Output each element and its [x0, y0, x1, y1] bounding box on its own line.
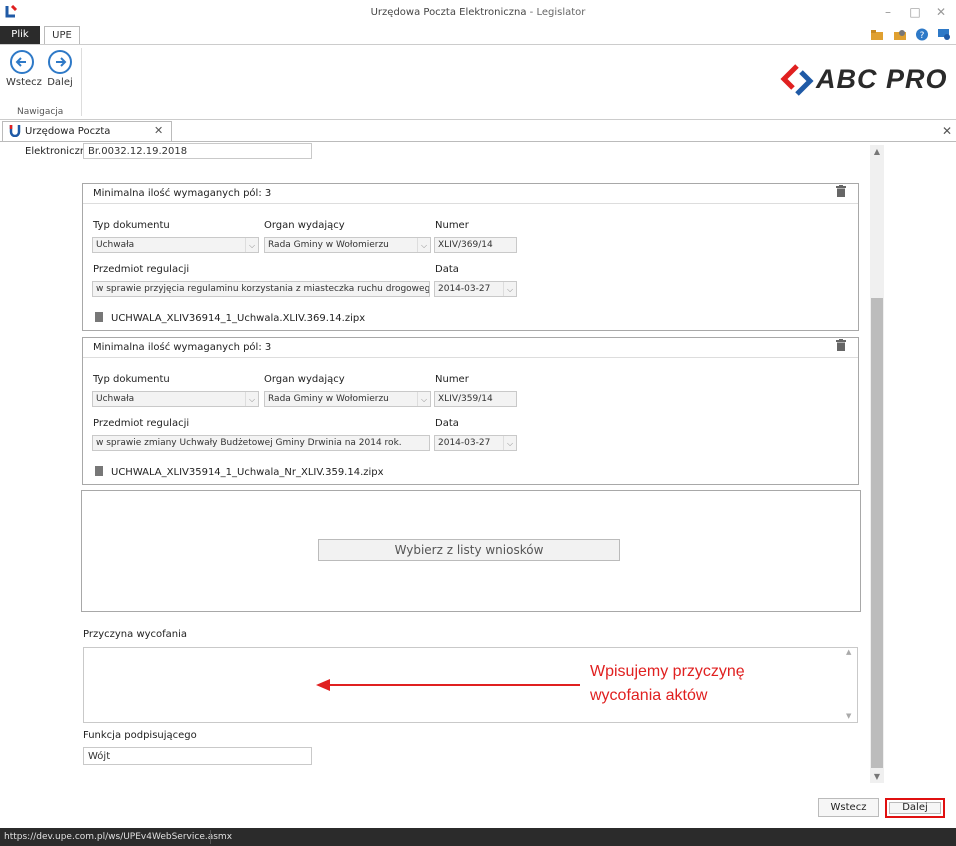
next-button[interactable]: Dalej [885, 798, 945, 818]
przedmiot-regulacji-field[interactable]: w sprawie zmiany Uchwały Budżetowej Gmin… [92, 435, 430, 451]
scrollbar-thumb[interactable] [871, 298, 883, 768]
textarea-scroll-up-icon[interactable]: ▲ [846, 648, 851, 656]
maximize-icon[interactable]: □ [908, 5, 922, 19]
przedmiot-regulacji-label: Przedmiot regulacji [93, 264, 190, 275]
arrow-right-icon [48, 50, 72, 74]
trash-icon[interactable] [836, 185, 846, 197]
organ-wydajacy-value: Rada Gminy w Wołomierzu [268, 240, 389, 250]
annotation-text: Wpisujemy przyczynę wycofania aktów [590, 660, 745, 708]
tab-upe[interactable]: UPE [44, 26, 80, 45]
choose-from-requests-button[interactable]: Wybierz z listy wniosków [318, 539, 620, 561]
data-date-picker[interactable]: 2014-03-27 ⌵ [434, 435, 517, 451]
trash-icon[interactable] [836, 339, 846, 351]
window-title: Urzędowa Poczta Elektroniczna - Legislat… [370, 7, 586, 18]
close-window-icon[interactable]: ✕ [934, 5, 948, 19]
data-value: 2014-03-27 [438, 438, 491, 448]
textarea-scroll-down-icon[interactable]: ▼ [846, 712, 851, 720]
reason-label: Przyczyna wycofania [83, 629, 188, 640]
ribbon-next-label: Dalej [47, 77, 73, 88]
typ-dokumentu-select[interactable]: Uchwała ⌵ [92, 237, 259, 253]
file-icon [95, 312, 103, 322]
chevron-down-icon: ⌵ [417, 392, 430, 406]
organ-wydajacy-value: Rada Gminy w Wołomierzu [268, 394, 389, 404]
data-date-picker[interactable]: 2014-03-27 ⌵ [434, 281, 517, 297]
act-panel-header: Minimalna ilość wymaganych pól: 3 [83, 184, 858, 204]
przedmiot-regulacji-field[interactable]: w sprawie przyjęcia regulaminu korzystan… [92, 281, 430, 297]
chevron-down-icon: ⌵ [503, 282, 516, 296]
abc-pro-logo-icon [780, 64, 814, 96]
typ-dokumentu-label: Typ dokumentu [93, 374, 170, 385]
arrow-left-icon [10, 50, 34, 74]
typ-dokumentu-value: Uchwała [96, 240, 135, 250]
attached-file-name: UCHWALA_XLIV36914_1_Uchwala.XLIV.369.14.… [111, 313, 366, 324]
ribbon-back-label: Wstecz [6, 77, 42, 88]
folder-open-icon[interactable] [870, 28, 884, 41]
chevron-down-icon: ⌵ [245, 238, 258, 252]
chevron-down-icon: ⌵ [417, 238, 430, 252]
scroll-up-icon[interactable]: ▲ [870, 147, 884, 156]
numer-field[interactable]: XLIV/369/14 [434, 237, 517, 253]
typ-dokumentu-value: Uchwała [96, 394, 135, 404]
next-button-label: Dalej [902, 802, 928, 813]
numer-field[interactable]: XLIV/359/14 [434, 391, 517, 407]
folder-settings-icon[interactable] [893, 28, 907, 41]
ribbon-tab-row [0, 26, 956, 45]
organ-wydajacy-label: Organ wydający [264, 220, 345, 231]
data-label: Data [435, 418, 459, 429]
back-button[interactable]: Wstecz [818, 798, 879, 817]
sygnatura-input[interactable]: Br.0032.12.19.2018 [83, 143, 312, 159]
przedmiot-regulacji-label: Przedmiot regulacji [93, 418, 190, 429]
chevron-down-icon: ⌵ [245, 392, 258, 406]
status-separator [210, 830, 211, 844]
document-tab[interactable]: Urzędowa Poczta Elektroniczna [2, 121, 172, 157]
organ-wydajacy-select[interactable]: Rada Gminy w Wołomierzu ⌵ [264, 237, 431, 253]
scroll-down-icon[interactable]: ▼ [870, 772, 884, 781]
document-area-border [0, 141, 956, 142]
signer-label: Funkcja podpisującego [83, 730, 197, 741]
numer-label: Numer [435, 220, 469, 231]
close-all-documents-icon[interactable]: ✕ [942, 124, 952, 138]
chevron-down-icon: ⌵ [503, 436, 516, 450]
monitor-info-icon[interactable] [937, 28, 951, 41]
ribbon-group-label: Nawigacja [17, 107, 64, 117]
act-panel-header: Minimalna ilość wymaganych pól: 3 [83, 338, 858, 358]
organ-wydajacy-label: Organ wydający [264, 374, 345, 385]
file-icon [95, 466, 103, 476]
numer-label: Numer [435, 374, 469, 385]
annotation-line-2: wycofania aktów [590, 687, 708, 704]
status-url: https://dev.upe.com.pl/ws/UPEv4WebServic… [4, 832, 233, 842]
signer-input[interactable]: Wójt [83, 747, 312, 765]
document-tab-close-icon[interactable]: ✕ [154, 124, 163, 137]
typ-dokumentu-label: Typ dokumentu [93, 220, 170, 231]
upe-tab-icon [9, 125, 21, 137]
svg-text:?: ? [920, 31, 925, 41]
ribbon-next-button[interactable]: Dalej [44, 50, 76, 90]
help-icon[interactable]: ? [915, 28, 929, 41]
attached-file[interactable]: UCHWALA_XLIV35914_1_Uchwala_Nr_XLIV.359.… [95, 466, 384, 478]
annotation-line-1: Wpisujemy przyczynę [590, 663, 745, 680]
tab-plik[interactable]: Plik [0, 26, 40, 44]
attached-file-name: UCHWALA_XLIV35914_1_Uchwala_Nr_XLIV.359.… [111, 467, 384, 478]
data-value: 2014-03-27 [438, 284, 491, 294]
ribbon-separator [81, 48, 82, 116]
typ-dokumentu-select[interactable]: Uchwała ⌵ [92, 391, 259, 407]
organ-wydajacy-select[interactable]: Rada Gminy w Wołomierzu ⌵ [264, 391, 431, 407]
brand-logo-text: ABC PRO [816, 64, 948, 94]
act-panel: Minimalna ilość wymaganych pól: 3 [82, 337, 859, 485]
data-label: Data [435, 264, 459, 275]
attached-file[interactable]: UCHWALA_XLIV36914_1_Uchwala.XLIV.369.14.… [95, 312, 365, 324]
annotation-arrow-icon [316, 679, 580, 691]
ribbon-back-button[interactable]: Wstecz [6, 50, 42, 90]
act-panel: Minimalna ilość wymaganych pól: 3 [82, 183, 859, 331]
minimize-icon[interactable]: – [881, 5, 895, 19]
